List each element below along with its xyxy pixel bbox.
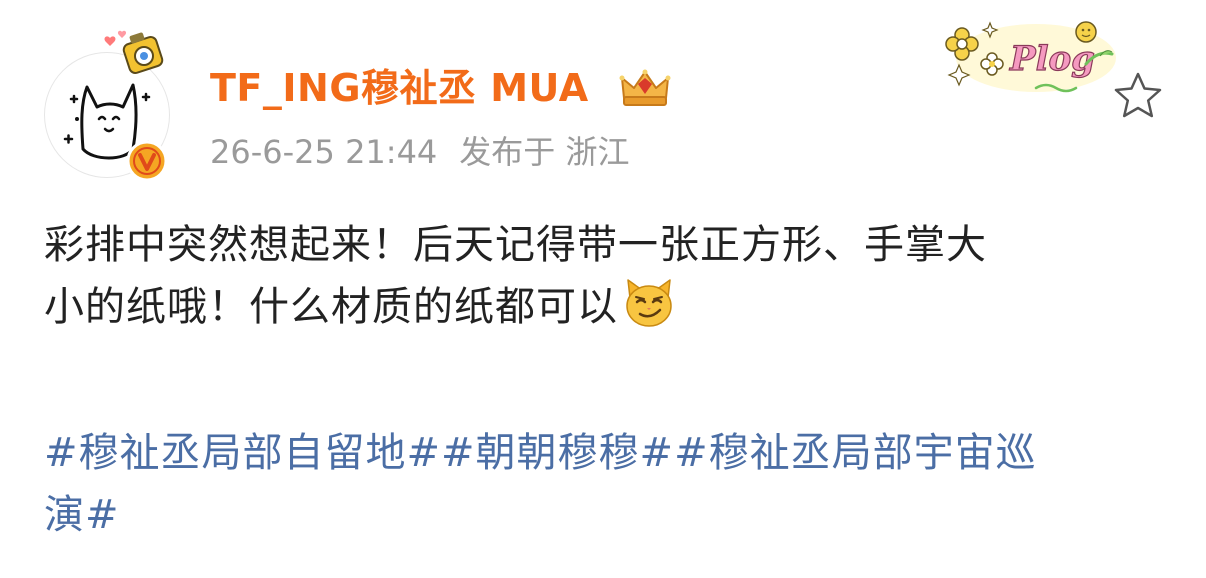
hashtag-line-1: #穆祉丞局部自留地##朝朝穆穆##穆祉丞局部宇宙巡 <box>44 422 1164 484</box>
plog-sticker-text: Plog <box>1009 39 1095 79</box>
hashtag-line-2: 演# <box>44 484 1164 546</box>
post-text-line-2-wrap: 小的纸哦！什么材质的纸都可以 <box>44 276 1164 338</box>
hashtag-link[interactable]: 演# <box>44 492 120 538</box>
post-location: 发布于 浙江 <box>459 133 630 171</box>
smirking-cat-emoji-icon <box>626 279 672 327</box>
post-hashtags: #穆祉丞局部自留地##朝朝穆穆##穆祉丞局部宇宙巡 演# <box>44 422 1164 546</box>
hashtag-link[interactable]: #穆祉丞局部自留地# <box>44 430 441 476</box>
username[interactable]: TF_ING穆祉丞 MUA <box>210 62 589 114</box>
post-time: 26-6-25 21:44 <box>210 133 438 171</box>
verified-badge-icon <box>126 140 168 182</box>
post-meta: 26-6-25 21:44 发布于 浙江 <box>210 130 629 174</box>
post-text-line-1: 彩排中突然想起来！后天记得带一张正方形、手掌大 <box>44 222 987 268</box>
hashtag-link[interactable]: #穆祉丞局部宇宙巡 <box>674 430 1037 476</box>
post-body: 彩排中突然想起来！后天记得带一张正方形、手掌大 小的纸哦！什么材质的纸都可以 <box>44 214 1164 338</box>
plog-sticker-icon: Plog <box>945 21 1116 93</box>
post-text-line-2: 小的纸哦！什么材质的纸都可以 <box>44 284 618 330</box>
crown-badge-icon[interactable] <box>618 68 672 110</box>
camera-pendant-icon <box>104 30 164 74</box>
hashtag-link[interactable]: #朝朝穆穆# <box>441 430 674 476</box>
favorite-star-icon[interactable] <box>1110 68 1166 124</box>
